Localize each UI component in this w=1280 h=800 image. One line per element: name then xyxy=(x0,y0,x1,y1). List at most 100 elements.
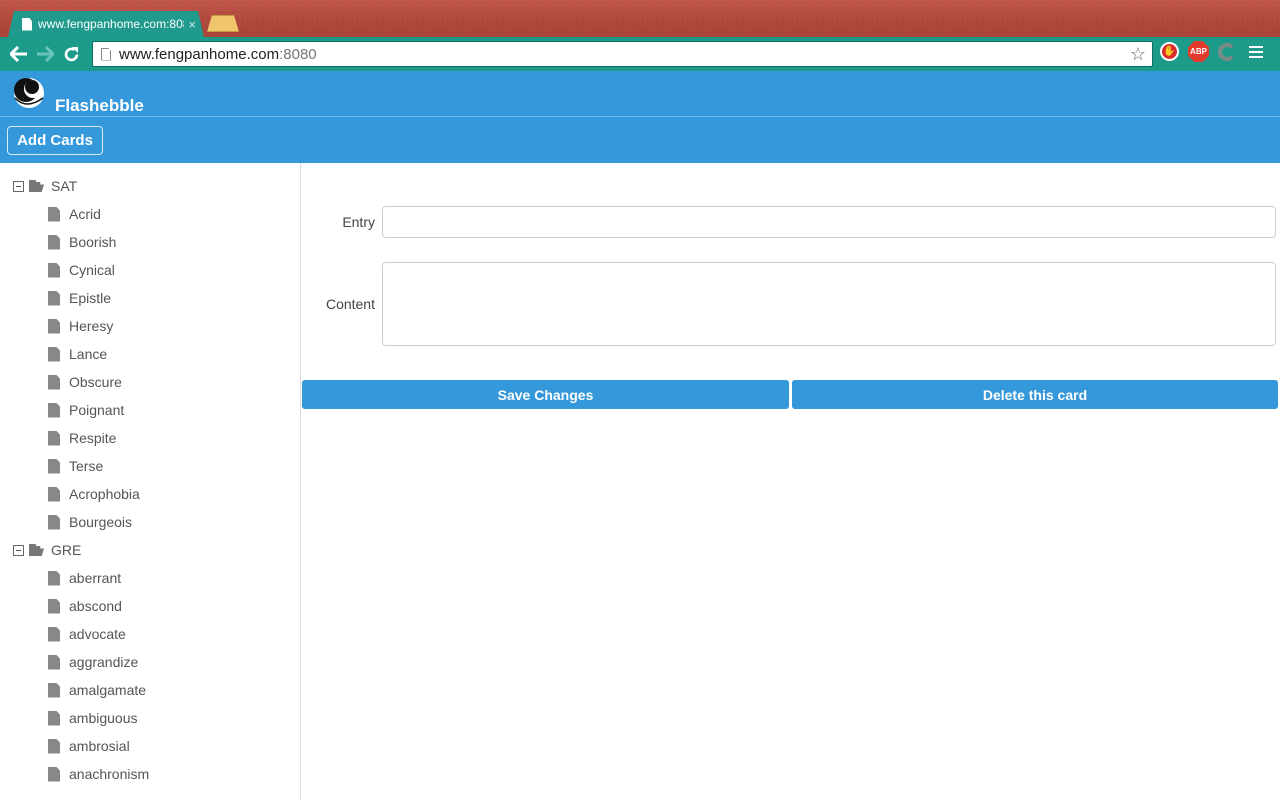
file-icon xyxy=(48,682,60,698)
tab-close-icon[interactable]: × xyxy=(188,17,196,32)
file-icon xyxy=(48,374,60,390)
tree-item[interactable]: Heresy xyxy=(0,312,300,340)
tree-item-label: Boorish xyxy=(69,234,117,250)
file-icon xyxy=(48,206,60,222)
tree-item-label: Acrophobia xyxy=(69,486,140,502)
tree-item-label: ambrosial xyxy=(69,738,130,754)
tree-item-label: Acrid xyxy=(69,206,101,222)
tree-item[interactable]: aberrant xyxy=(0,564,300,592)
forward-button[interactable] xyxy=(32,41,58,67)
app-header: Flashebble Add Cards xyxy=(0,71,1280,163)
file-icon xyxy=(48,626,60,642)
tree-item[interactable]: advocate xyxy=(0,620,300,648)
page-favicon-icon xyxy=(22,18,32,31)
hamburger-menu-icon[interactable] xyxy=(1249,45,1263,58)
tree-item-label: Poignant xyxy=(69,402,125,418)
tree-item-label: Heresy xyxy=(69,318,114,334)
new-tab-button[interactable] xyxy=(207,15,239,32)
delete-card-button[interactable]: Delete this card xyxy=(792,380,1278,409)
tree-item[interactable]: Acrophobia xyxy=(0,480,300,508)
tree-item-label: Obscure xyxy=(69,374,122,390)
tree-item[interactable]: anachronism xyxy=(0,760,300,788)
file-icon xyxy=(48,598,60,614)
tree-item-label: aberrant xyxy=(69,570,122,586)
reload-icon xyxy=(64,46,78,61)
file-icon xyxy=(48,654,60,670)
stop-icon[interactable]: ✋ xyxy=(1160,42,1179,61)
add-cards-button[interactable]: Add Cards xyxy=(7,126,103,155)
tree-item[interactable]: Poignant xyxy=(0,396,300,424)
entry-label: Entry xyxy=(342,214,375,230)
page-icon xyxy=(101,47,111,61)
entry-input[interactable] xyxy=(382,206,1276,238)
tree-item-label: Terse xyxy=(69,458,104,474)
folder-open-icon xyxy=(29,544,46,556)
file-icon xyxy=(48,458,60,474)
file-icon xyxy=(48,402,60,418)
tree-item-label: Respite xyxy=(69,430,117,446)
back-button[interactable] xyxy=(6,41,32,67)
tree-item[interactable]: Boorish xyxy=(0,228,300,256)
file-icon xyxy=(48,430,60,446)
browser-toolbar: www.fengpanhome.com:8080 ☆ ✋ ABP xyxy=(0,37,1280,71)
app-logo-icon xyxy=(14,78,44,108)
url-host: www.fengpanhome.com xyxy=(119,45,280,63)
tree-item[interactable]: ambiguous xyxy=(0,704,300,732)
file-icon xyxy=(48,710,60,726)
ring-icon[interactable] xyxy=(1218,42,1236,61)
tree-item-label: Lance xyxy=(69,346,108,362)
content-textarea[interactable] xyxy=(382,262,1276,346)
url-port: :8080 xyxy=(279,45,317,63)
tree-item-label: amalgamate xyxy=(69,682,147,698)
tree-item-label: Bourgeois xyxy=(69,514,133,530)
file-icon xyxy=(48,262,60,278)
address-bar[interactable]: www.fengpanhome.com:8080 ☆ xyxy=(92,41,1153,67)
save-changes-button[interactable]: Save Changes xyxy=(302,380,789,409)
file-icon xyxy=(48,738,60,754)
folder-label: SAT xyxy=(51,178,78,194)
tree-folder-gre[interactable]: GRE xyxy=(0,536,300,564)
tree-item[interactable]: Bourgeois xyxy=(0,508,300,536)
tree-folder-sat[interactable]: SAT xyxy=(0,172,300,200)
tree-item[interactable]: Obscure xyxy=(0,368,300,396)
file-icon xyxy=(48,766,60,782)
browser-tab-strip: www.fengpanhome.com:8080 × xyxy=(0,0,1280,37)
file-icon xyxy=(48,318,60,334)
tree-item[interactable]: Terse xyxy=(0,452,300,480)
tree-item[interactable]: Lance xyxy=(0,340,300,368)
file-icon xyxy=(48,514,60,530)
app-title: Flashebble xyxy=(55,96,144,115)
arrow-right-icon xyxy=(37,46,54,62)
tree-item-label: abscond xyxy=(69,598,122,614)
tree-item[interactable]: ambrosial xyxy=(0,732,300,760)
browser-tab[interactable]: www.fengpanhome.com:8080 × xyxy=(8,11,204,37)
tree-item[interactable]: abscond xyxy=(0,592,300,620)
tree-item-label: ambiguous xyxy=(69,710,138,726)
header-top-bar: Flashebble xyxy=(0,71,1280,117)
file-icon xyxy=(48,570,60,586)
card-tree-sidebar: SAT Acrid Boorish Cynical Epistle Heresy… xyxy=(0,163,301,800)
collapse-toggle-icon[interactable] xyxy=(13,180,24,192)
tree-item-label: aggrandize xyxy=(69,654,139,670)
extensions-area: ✋ ABP xyxy=(1160,41,1263,62)
arrow-left-icon xyxy=(10,46,27,62)
file-icon xyxy=(48,486,60,502)
reload-button[interactable] xyxy=(58,41,84,67)
adblock-plus-icon[interactable]: ABP xyxy=(1188,41,1209,62)
folder-open-icon xyxy=(29,180,46,192)
tree-item-label: advocate xyxy=(69,626,126,642)
star-icon[interactable]: ☆ xyxy=(1130,44,1146,65)
tree-item[interactable]: Epistle xyxy=(0,284,300,312)
tree-item[interactable]: aggrandize xyxy=(0,648,300,676)
tree-item-label: anachronism xyxy=(69,766,150,782)
tree-item[interactable]: amalgamate xyxy=(0,676,300,704)
file-icon xyxy=(48,234,60,250)
collapse-toggle-icon[interactable] xyxy=(13,544,24,556)
folder-label: GRE xyxy=(51,542,82,558)
card-editor: Entry Content Save Changes Delete this c… xyxy=(301,163,1280,800)
tree-item[interactable]: Acrid xyxy=(0,200,300,228)
file-icon xyxy=(48,346,60,362)
file-icon xyxy=(48,290,60,306)
tree-item[interactable]: Respite xyxy=(0,424,300,452)
tree-item[interactable]: Cynical xyxy=(0,256,300,284)
